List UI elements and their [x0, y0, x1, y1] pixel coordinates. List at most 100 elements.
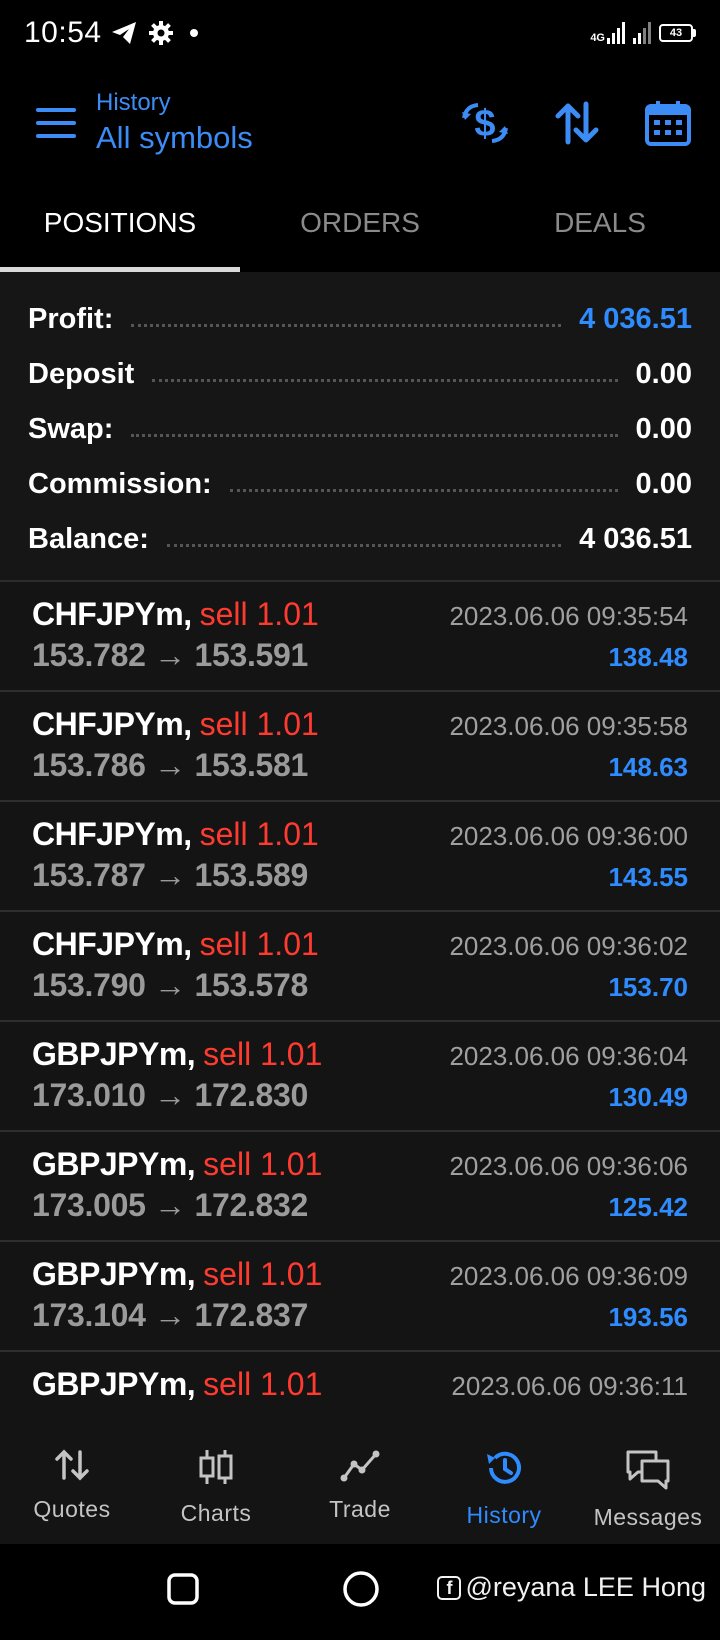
position-side: sell 1.01 [199, 706, 319, 742]
battery-level: 43 [659, 24, 693, 42]
position-side: sell 1.01 [203, 1366, 323, 1402]
nav-trade[interactable]: Trade [288, 1420, 432, 1544]
position-profit: 130.49 [608, 1082, 688, 1112]
network-label: 4G [590, 32, 605, 44]
summary-value: 4 036.51 [579, 523, 692, 555]
dot-icon [189, 29, 198, 37]
status-time: 10:54 [24, 16, 102, 49]
position-symbol: CHFJPYm, [32, 926, 192, 962]
nav-label: History [466, 1502, 542, 1528]
menu-icon[interactable] [36, 108, 76, 138]
quotes-icon [55, 1449, 89, 1481]
position-symbol: GBPJPYm, [32, 1256, 196, 1292]
position-prices: 153.790 → 153.578 [32, 967, 309, 1003]
position-prices: 173.010 → 172.830 [32, 1077, 309, 1113]
title-block[interactable]: History All symbols [96, 88, 253, 158]
position-symbol: GBPJPYm, [32, 1146, 196, 1182]
position-profit: 125.42 [608, 1192, 688, 1222]
messages-icon [626, 1450, 670, 1490]
symbol-filter[interactable]: All symbols [96, 118, 253, 158]
tab-positions[interactable]: POSITIONS [0, 180, 240, 272]
app-actions: $ [460, 99, 720, 147]
position-symbol: CHFJPYm, [32, 816, 192, 852]
list-item[interactable]: CHFJPYm, sell 1.01 2023.06.06 09:36:00 153… [0, 802, 720, 912]
position-prices: 173.104 → 172.837 [32, 1297, 309, 1333]
charts-icon [199, 1450, 233, 1484]
position-time: 2023.06.06 09:36:11 [451, 1371, 688, 1401]
watermark-text: @reyana LEE Hong [465, 1572, 706, 1602]
nav-quotes[interactable]: Quotes [0, 1420, 144, 1544]
positions-list[interactable]: CHFJPYm, sell 1.01 2023.06.06 09:35:54 153… [0, 582, 720, 1420]
list-item[interactable]: GBPJPYm, sell 1.01 2023.06.06 09:36:11 [0, 1352, 720, 1420]
summary-row-swap: Swap: 0.00 [28, 402, 692, 457]
position-side: sell 1.01 [203, 1256, 323, 1292]
summary-value: 0.00 [635, 358, 692, 390]
summary-value: 0.00 [635, 413, 692, 445]
summary-panel: Profit: 4 036.51 Deposit 0.00 Swap: 0.00… [0, 272, 720, 582]
telegram-icon [111, 22, 136, 44]
position-prices: 153.786 → 153.581 [32, 747, 309, 783]
currency-filter-icon[interactable]: $ [460, 100, 510, 146]
position-symbol: GBPJPYm, [32, 1036, 196, 1072]
position-profit: 138.48 [608, 642, 688, 672]
gear-icon [148, 21, 173, 45]
list-item[interactable]: CHFJPYm, sell 1.01 2023.06.06 09:35:58 153… [0, 692, 720, 802]
position-prices: 153.782 → 153.591 [32, 637, 309, 673]
summary-value: 0.00 [635, 468, 692, 500]
battery-icon: 43 [659, 24, 696, 42]
nav-label: Quotes [33, 1496, 111, 1522]
summary-label: Deposit [28, 358, 135, 390]
position-profit: 148.63 [608, 752, 688, 782]
list-item[interactable]: CHFJPYm, sell 1.01 2023.06.06 09:35:54 153… [0, 582, 720, 692]
summary-row-balance: Balance: 4 036.51 [28, 512, 692, 567]
summary-row-deposit: Deposit 0.00 [28, 347, 692, 402]
trade-icon [340, 1450, 380, 1482]
tab-deals[interactable]: DEALS [480, 180, 720, 272]
summary-label: Swap: [28, 413, 114, 445]
position-symbol: GBPJPYm, [32, 1366, 196, 1402]
bottom-nav: Quotes Charts Trade History Messages [0, 1420, 720, 1544]
calendar-icon[interactable] [644, 99, 692, 147]
position-symbol: CHFJPYm, [32, 706, 192, 742]
sort-icon[interactable] [554, 100, 600, 146]
position-time: 2023.06.06 09:35:58 [449, 711, 688, 741]
summary-value: 4 036.51 [579, 303, 692, 335]
status-system-icons: 4G 43 [590, 22, 696, 44]
position-side: sell 1.01 [199, 926, 319, 962]
recents-button[interactable] [166, 1572, 200, 1606]
page-title: History [96, 89, 171, 116]
signal-icon-2 [633, 22, 651, 44]
signal-icon: 4G [590, 22, 625, 44]
nav-label: Messages [593, 1504, 703, 1530]
nav-messages[interactable]: Messages [576, 1420, 720, 1544]
history-icon [487, 1451, 521, 1484]
summary-label: Commission: [28, 468, 212, 500]
nav-label: Charts [180, 1500, 252, 1526]
watermark: f @reyana LEE Hong [437, 1572, 706, 1603]
summary-label: Profit: [28, 303, 114, 335]
app-bar: History All symbols $ [0, 66, 720, 180]
nav-history[interactable]: History [432, 1420, 576, 1544]
home-button[interactable] [342, 1570, 380, 1608]
position-profit: 193.56 [608, 1302, 688, 1332]
position-prices: 173.005 → 172.832 [32, 1187, 309, 1223]
position-profit: 143.55 [608, 862, 688, 892]
position-time: 2023.06.06 09:36:06 [449, 1151, 688, 1181]
position-side: sell 1.01 [199, 816, 319, 852]
list-item[interactable]: GBPJPYm, sell 1.01 2023.06.06 09:36:06 173… [0, 1132, 720, 1242]
tab-orders[interactable]: ORDERS [240, 180, 480, 272]
nav-charts[interactable]: Charts [144, 1420, 288, 1544]
position-time: 2023.06.06 09:36:00 [449, 821, 688, 851]
summary-label: Balance: [28, 523, 149, 555]
list-item[interactable]: GBPJPYm, sell 1.01 2023.06.06 09:36:04 173… [0, 1022, 720, 1132]
position-symbol: CHFJPYm, [32, 596, 192, 632]
status-bar: 10:54 4G 43 [0, 0, 720, 66]
position-prices: 153.787 → 153.589 [32, 857, 309, 893]
position-time: 2023.06.06 09:35:54 [449, 601, 688, 631]
summary-row-profit: Profit: 4 036.51 [28, 292, 692, 347]
position-side: sell 1.01 [203, 1036, 323, 1072]
summary-row-commission: Commission: 0.00 [28, 457, 692, 512]
position-time: 2023.06.06 09:36:09 [449, 1261, 688, 1291]
list-item[interactable]: CHFJPYm, sell 1.01 2023.06.06 09:36:02 153… [0, 912, 720, 1022]
list-item[interactable]: GBPJPYm, sell 1.01 2023.06.06 09:36:09 173… [0, 1242, 720, 1352]
